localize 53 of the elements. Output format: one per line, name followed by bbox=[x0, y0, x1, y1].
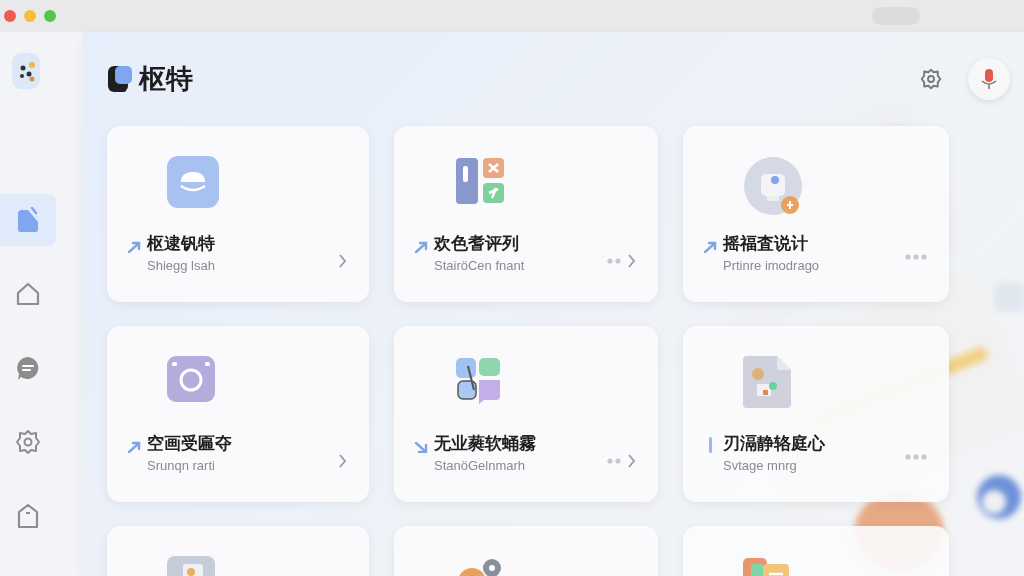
app-title: 枢特 bbox=[139, 62, 193, 96]
card-subtitle: Svtage mnrg bbox=[723, 458, 798, 473]
tag-icon bbox=[16, 502, 40, 530]
card-title: 枢逮钒特 bbox=[147, 232, 216, 255]
card-subtitle: Srunqn rarti bbox=[147, 458, 216, 473]
card[interactable]: 欢色耆评列 StairöCen fnant bbox=[394, 126, 658, 302]
card-subtitle: Shiegg lsah bbox=[147, 258, 216, 273]
arrow-icon bbox=[414, 441, 428, 453]
document-icon bbox=[15, 206, 41, 234]
chevron-right-icon[interactable] bbox=[338, 254, 347, 268]
card[interactable]: 摇福査说计 Prtinre imodrago bbox=[683, 126, 949, 302]
card-subtitle: StanöGelnmarh bbox=[434, 458, 527, 473]
card-subtitle: StairöCen fnant bbox=[434, 258, 526, 273]
card[interactable]: 刃滆静辂庭心 Svtage mnrg bbox=[683, 326, 949, 502]
arrow-icon bbox=[414, 241, 428, 253]
microphone-button[interactable] bbox=[968, 58, 1010, 100]
card-title: 刃滆静辂庭心 bbox=[723, 432, 826, 455]
maximize-button[interactable] bbox=[44, 10, 56, 22]
chat-tiles-icon bbox=[454, 356, 502, 406]
card-subtitle: Prtinre imodrago bbox=[723, 258, 821, 273]
arrow-icon bbox=[703, 241, 717, 253]
chat-icon bbox=[15, 355, 41, 381]
helmet-icon bbox=[167, 156, 219, 208]
sidebar-item[interactable] bbox=[0, 194, 56, 246]
chevron-right-icon[interactable] bbox=[338, 454, 347, 468]
chevron-right-icon[interactable] bbox=[627, 454, 636, 468]
app-logo-icon bbox=[11, 52, 41, 90]
microphone-icon bbox=[980, 68, 998, 90]
settings-icon bbox=[920, 68, 942, 90]
home-icon bbox=[15, 281, 41, 307]
card-title: 摇福査说计 bbox=[723, 232, 809, 255]
camera-icon bbox=[167, 356, 215, 402]
chevron-right-icon[interactable] bbox=[627, 254, 636, 268]
card[interactable]: 枢逮钒特 Shiegg lsah bbox=[107, 126, 369, 302]
settings-icon bbox=[15, 429, 41, 455]
close-button[interactable] bbox=[4, 10, 16, 22]
more-icon[interactable] bbox=[905, 454, 927, 460]
minimize-button[interactable] bbox=[24, 10, 36, 22]
more-icon[interactable] bbox=[607, 258, 621, 264]
card[interactable]: 空画受匾夺 Srunqn rarti bbox=[107, 326, 369, 502]
app-tiles-icon bbox=[454, 156, 506, 206]
card-title: 空画受匾夺 bbox=[147, 432, 233, 455]
robot-icon bbox=[743, 156, 805, 218]
card-title: 无业蕤软蛹霧 bbox=[434, 432, 537, 455]
more-icon[interactable] bbox=[905, 254, 927, 260]
card-title: 欢色耆评列 bbox=[434, 232, 520, 255]
more-icon[interactable] bbox=[607, 458, 621, 464]
accent-bar bbox=[709, 437, 712, 453]
card[interactable]: 无业蕤软蛹霧 StanöGelnmarh bbox=[394, 326, 658, 502]
document-icon bbox=[743, 356, 791, 408]
arrow-icon bbox=[127, 441, 141, 453]
arrow-icon bbox=[127, 241, 141, 253]
app-logo-icon bbox=[107, 64, 133, 94]
